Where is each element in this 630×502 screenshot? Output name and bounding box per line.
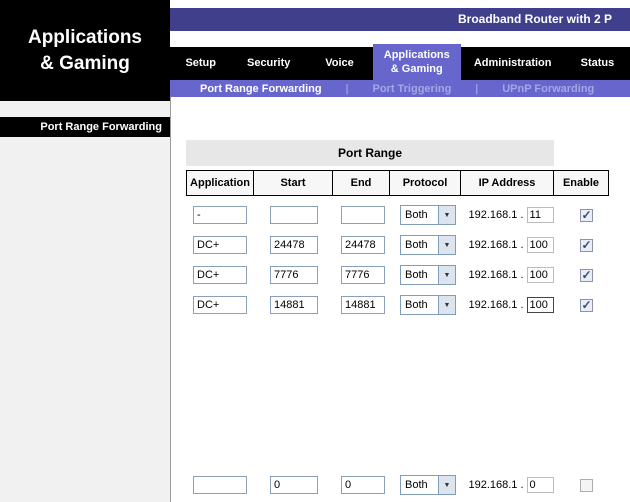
enable-checkbox-2[interactable] (580, 269, 593, 282)
end-port-input-2[interactable] (341, 266, 385, 284)
ip-prefix: 192.168.1 . (468, 239, 523, 251)
col-application: Application (186, 170, 254, 196)
app-logo: Applications & Gaming (0, 0, 170, 101)
application-input-last[interactable] (193, 476, 247, 494)
end-port-input-1[interactable] (341, 236, 385, 254)
column-headers: Application Start End Protocol IP Addres… (186, 170, 614, 196)
ip-last-octet-input-3[interactable] (527, 297, 554, 313)
protocol-select-2[interactable]: Both ▼ (400, 265, 456, 285)
protocol-select-0[interactable]: Both ▼ (400, 205, 456, 225)
start-port-input-3[interactable] (270, 296, 318, 314)
application-input-0[interactable] (193, 206, 247, 224)
application-input-2[interactable] (193, 266, 247, 284)
main-nav: Setup Security Voice Applications & Gami… (170, 47, 630, 80)
tab-status[interactable]: Status (565, 47, 630, 80)
end-port-input-0[interactable] (341, 206, 385, 224)
group-header: Port Range (186, 140, 554, 166)
chevron-down-icon: ▼ (438, 206, 455, 224)
tab-setup[interactable]: Setup (170, 47, 231, 80)
table-row: Both ▼ 192.168.1 . (186, 290, 614, 320)
start-port-input-1[interactable] (270, 236, 318, 254)
start-port-input-0[interactable] (270, 206, 318, 224)
logo-line-1: Applications (28, 25, 142, 51)
subnav-port-range-forwarding[interactable]: Port Range Forwarding (200, 83, 322, 95)
enable-checkbox-0[interactable] (580, 209, 593, 222)
application-input-1[interactable] (193, 236, 247, 254)
ip-last-octet-input-last[interactable] (527, 477, 554, 493)
sub-nav: Port Range Forwarding | Port Triggering … (170, 80, 630, 97)
start-port-input-2[interactable] (270, 266, 318, 284)
table-rows: Both ▼ 192.168.1 . Both ▼ 192.16 (186, 200, 614, 500)
empty-space (186, 320, 614, 470)
end-port-input-last[interactable] (341, 476, 385, 494)
ip-prefix: 192.168.1 . (468, 209, 523, 221)
chevron-down-icon: ▼ (438, 236, 455, 254)
port-range-table: Port Range Application Start End Protoco… (186, 140, 614, 500)
vertical-divider (170, 97, 171, 502)
table-row: Both ▼ 192.168.1 . (186, 200, 614, 230)
subnav-upnp-forwarding[interactable]: UPnP Forwarding (502, 83, 594, 95)
section-label: Port Range Forwarding (0, 117, 170, 137)
logo-line-2: & Gaming (40, 51, 130, 77)
subnav-separator: | (346, 83, 349, 95)
ip-last-octet-input-0[interactable] (527, 207, 554, 223)
table-row: Both ▼ 192.168.1 . (186, 230, 614, 260)
col-enable: Enable (553, 170, 609, 196)
ip-last-octet-input-2[interactable] (527, 267, 554, 283)
tab-security[interactable]: Security (231, 47, 306, 80)
table-row: Both ▼ 192.168.1 . (186, 260, 614, 290)
col-start: Start (253, 170, 333, 196)
application-input-3[interactable] (193, 296, 247, 314)
banner-title: Broadband Router with 2 P (170, 8, 630, 31)
col-end: End (332, 170, 390, 196)
ip-prefix: 192.168.1 . (468, 269, 523, 281)
subnav-port-triggering[interactable]: Port Triggering (372, 83, 451, 95)
start-port-input-last[interactable] (270, 476, 318, 494)
end-port-input-3[interactable] (341, 296, 385, 314)
protocol-select-1[interactable]: Both ▼ (400, 235, 456, 255)
left-column (0, 101, 170, 502)
subnav-separator: | (475, 83, 478, 95)
enable-checkbox-1[interactable] (580, 239, 593, 252)
table-row-empty: Both ▼ 192.168.1 . (186, 470, 614, 500)
tab-voice[interactable]: Voice (306, 47, 373, 80)
ip-prefix: 192.168.1 . (468, 479, 523, 491)
enable-checkbox-3[interactable] (580, 299, 593, 312)
tab-applications-gaming[interactable]: Applications & Gaming (373, 44, 461, 80)
protocol-select-last[interactable]: Both ▼ (400, 475, 456, 495)
col-ip-address: IP Address (460, 170, 554, 196)
chevron-down-icon: ▼ (438, 296, 455, 314)
ip-last-octet-input-1[interactable] (527, 237, 554, 253)
chevron-down-icon: ▼ (438, 476, 455, 494)
tab-administration[interactable]: Administration (461, 47, 565, 80)
chevron-down-icon: ▼ (438, 266, 455, 284)
enable-checkbox-last[interactable] (580, 479, 593, 492)
ip-prefix: 192.168.1 . (468, 299, 523, 311)
col-protocol: Protocol (389, 170, 461, 196)
protocol-select-3[interactable]: Both ▼ (400, 295, 456, 315)
